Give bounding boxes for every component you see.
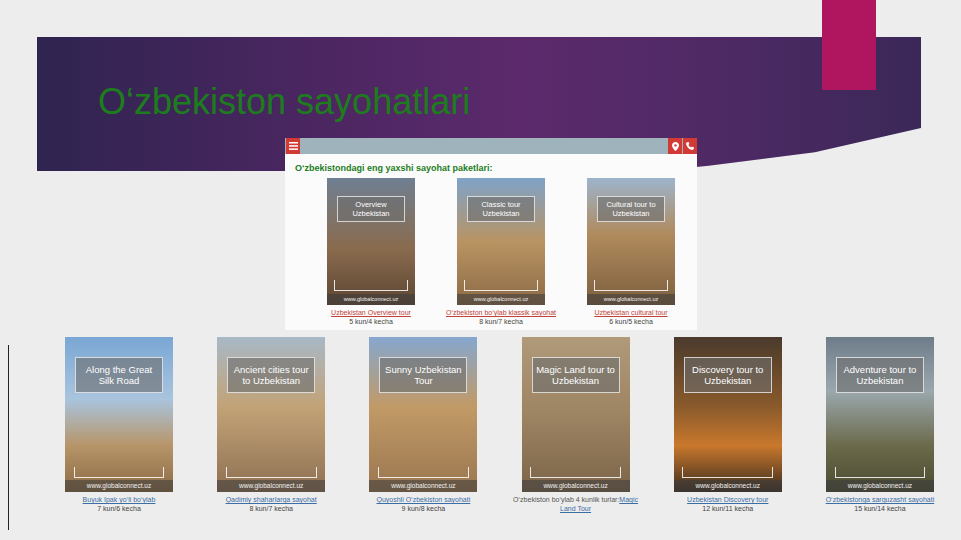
poster-url: www.globalconnect.uz xyxy=(674,480,782,492)
tour-poster[interactable]: Sunny Uzbekistan Tour www.globalconnect.u… xyxy=(369,337,477,492)
tour-link[interactable]: O‘zbekistonga sarguzasht sayohati xyxy=(826,496,935,503)
poster-title: Classic tour Uzbekistan xyxy=(467,196,535,222)
poster-title: Ancient cities tour to Uzbekistan xyxy=(227,357,315,393)
poster-url: www.globalconnect.uz xyxy=(457,294,545,305)
poster-url: www.globalconnect.uz xyxy=(826,480,934,492)
tour-poster[interactable]: Overview Uzbekistan www.globalconnect.uz xyxy=(327,178,415,305)
tour-poster[interactable]: Cultural tour to Uzbekistan www.globalcon… xyxy=(587,178,675,305)
tour-poster[interactable]: Ancient cities tour to Uzbekistan www.glo… xyxy=(217,337,325,492)
tour-caption: Uzbekistan Discovery tour xyxy=(687,496,768,505)
tour-link[interactable]: O‘zbekiston bo‘ylab klassik sayohat xyxy=(446,309,556,316)
poster-title: Adventure tour to Uzbekistan xyxy=(836,357,924,393)
tour-card[interactable]: Magic Land tour to Uzbekistan www.globalc… xyxy=(507,337,645,513)
tour-caption: Uzbekistan Overview tour xyxy=(331,309,411,318)
tour-card[interactable]: Classic tour Uzbekistan www.globalconnect… xyxy=(445,178,557,326)
tour-card[interactable]: Along the Great Silk Road www.globalconne… xyxy=(50,337,188,513)
menu-button[interactable] xyxy=(286,138,300,154)
poster-url: www.globalconnect.uz xyxy=(65,480,173,492)
tour-card[interactable]: Cultural tour to Uzbekistan www.globalcon… xyxy=(575,178,687,326)
tour-caption: O‘zbekiston bo‘ylab klassik sayohat xyxy=(446,309,556,318)
poster-frame xyxy=(530,467,621,478)
slide: O‘zbekiston sayohatlari O‘zbekistondagi e… xyxy=(0,0,961,540)
tour-poster[interactable]: Classic tour Uzbekistan www.globalconnect… xyxy=(457,178,545,305)
slide-title: O‘zbekiston sayohatlari xyxy=(0,80,961,124)
tour-link[interactable]: Uzbekistan Discovery tour xyxy=(687,496,768,503)
tour-card[interactable]: Overview Uzbekistan www.globalconnect.uz U… xyxy=(315,178,427,326)
poster-url: www.globalconnect.uz xyxy=(587,294,675,305)
poster-frame xyxy=(682,467,773,478)
poster-frame xyxy=(226,467,317,478)
tour-duration: 15 kun/14 kecha xyxy=(854,505,905,514)
phone-button[interactable] xyxy=(683,138,697,154)
tour-card[interactable]: Adventure tour to Uzbekistan www.globalco… xyxy=(811,337,949,513)
tour-poster[interactable]: Adventure tour to Uzbekistan www.globalco… xyxy=(826,337,934,492)
menu-icon xyxy=(289,142,298,150)
poster-frame xyxy=(334,280,408,291)
tour-link[interactable]: Quyoshli O‘zbekiston sayohati xyxy=(376,496,470,503)
tour-duration: 6 kun/5 kecha xyxy=(609,318,653,327)
tour-duration: 8 kun/7 kecha xyxy=(479,318,523,327)
poster-url: www.globalconnect.uz xyxy=(522,480,630,492)
tour-card[interactable]: Discovery tour to Uzbekistan www.globalco… xyxy=(659,337,797,513)
tour-link[interactable]: Uzbekistan cultural tour xyxy=(594,309,667,316)
website-screenshot: O‘zbekistondagi eng yaxshi sayohat paket… xyxy=(285,138,697,330)
tour-caption: Qadimiy shaharlarga sayohat xyxy=(226,496,317,505)
tour-card[interactable]: Ancient cities tour to Uzbekistan www.glo… xyxy=(202,337,340,513)
tour-poster[interactable]: Magic Land tour to Uzbekistan www.globalc… xyxy=(522,337,630,492)
poster-title: Magic Land tour to Uzbekistan xyxy=(532,357,620,393)
poster-title: Overview Uzbekistan xyxy=(337,196,405,222)
tour-duration: 8 kun/7 kecha xyxy=(249,505,293,514)
poster-url: www.globalconnect.uz xyxy=(327,294,415,305)
tour-duration: 5 kun/4 kecha xyxy=(349,318,393,327)
tour-link[interactable]: Uzbekistan Overview tour xyxy=(331,309,411,316)
poster-frame xyxy=(835,467,926,478)
poster-title: Along the Great Silk Road xyxy=(75,357,163,393)
phone-icon xyxy=(686,142,694,150)
poster-url: www.globalconnect.uz xyxy=(369,480,477,492)
tour-link[interactable]: Buyuk Ipak yo‘li bo‘ylab xyxy=(83,496,156,503)
poster-frame xyxy=(464,280,538,291)
tour-caption: O‘zbekistonga sarguzasht sayohati xyxy=(826,496,935,505)
tour-poster[interactable]: Along the Great Silk Road www.globalconne… xyxy=(65,337,173,492)
tour-duration: 9 kun/8 kecha xyxy=(402,505,446,514)
left-rule xyxy=(8,345,9,530)
poster-frame xyxy=(378,467,469,478)
poster-frame xyxy=(594,280,668,291)
map-pin-icon xyxy=(672,142,679,151)
poster-title: Cultural tour to Uzbekistan xyxy=(597,196,665,222)
accent-bar xyxy=(822,0,876,90)
tour-duration: 12 kun/11 kecha xyxy=(702,505,753,514)
site-header xyxy=(285,138,697,154)
location-button[interactable] xyxy=(668,138,682,154)
poster-frame xyxy=(74,467,165,478)
poster-url: www.globalconnect.uz xyxy=(217,480,325,492)
tour-poster[interactable]: Discovery tour to Uzbekistan www.globalco… xyxy=(674,337,782,492)
poster-title: Sunny Uzbekistan Tour xyxy=(379,357,467,393)
tour-card[interactable]: Sunny Uzbekistan Tour www.globalconnect.u… xyxy=(354,337,492,513)
tour-caption: Uzbekistan cultural tour xyxy=(594,309,667,318)
tour-caption: O‘zbekiston bo‘ylab 4 kunlik turlar:Magi… xyxy=(507,496,645,513)
tour-caption: Quyoshli O‘zbekiston sayohati xyxy=(376,496,470,505)
poster-title: Discovery tour to Uzbekistan xyxy=(684,357,772,393)
tour-duration: 7 kun/6 kecha xyxy=(97,505,141,514)
section-title: O‘zbekistondagi eng yaxshi sayohat paket… xyxy=(295,162,687,174)
tour-link[interactable]: Qadimiy shaharlarga sayohat xyxy=(226,496,317,503)
tour-caption: Buyuk Ipak yo‘li bo‘ylab xyxy=(83,496,156,505)
